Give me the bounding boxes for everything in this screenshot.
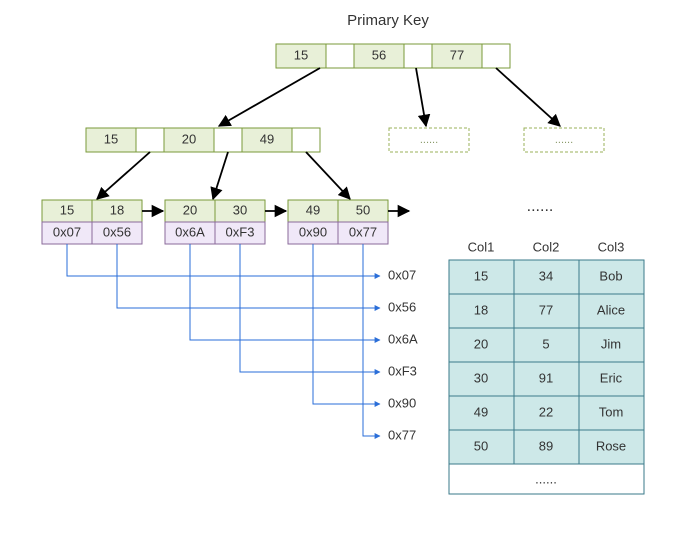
root-key-2: 77 — [450, 47, 464, 62]
svg-text:18: 18 — [474, 302, 488, 317]
svg-text:30: 30 — [474, 370, 488, 385]
arrow-int-0 — [97, 152, 150, 199]
pointer-lines — [67, 244, 380, 436]
internal-key-1: 20 — [182, 131, 196, 146]
root-key-1: 56 — [372, 47, 386, 62]
table-row: 15 34 Bob — [449, 260, 644, 294]
root-key-0: 15 — [294, 47, 308, 62]
leaf-node-2: 49 50 0x90 0x77 — [288, 200, 388, 244]
svg-text:Tom: Tom — [599, 404, 624, 419]
svg-text:Jim: Jim — [601, 336, 621, 351]
leaf1-key1: 30 — [233, 202, 247, 217]
arrow-root-left — [219, 68, 320, 126]
svg-text:15: 15 — [474, 268, 488, 283]
svg-text:5: 5 — [542, 336, 549, 351]
table-footer: ...... — [535, 471, 557, 486]
leaf0-ptr1: 0x56 — [103, 224, 131, 239]
svg-text:Rose: Rose — [596, 438, 626, 453]
leaf2-key1: 50 — [356, 202, 370, 217]
internal-key-0: 15 — [104, 131, 118, 146]
svg-text:77: 77 — [539, 302, 553, 317]
row-label-4: 0x90 — [388, 395, 416, 410]
svg-text:49: 49 — [474, 404, 488, 419]
table-row: 30 91 Eric — [449, 362, 644, 396]
row-label-2: 0x6A — [388, 331, 418, 346]
leaf2-ptr1: 0x77 — [349, 224, 377, 239]
internal-key-2: 49 — [260, 131, 274, 146]
leaf2-key0: 49 — [306, 202, 320, 217]
table-row: 18 77 Alice — [449, 294, 644, 328]
leaf-node-1: 20 30 0x6A 0xF3 — [165, 200, 265, 244]
svg-text:Alice: Alice — [597, 302, 625, 317]
svg-text:91: 91 — [539, 370, 553, 385]
row-label-5: 0x77 — [388, 427, 416, 442]
table-header-2: Col3 — [598, 239, 625, 254]
table-row: 20 5 Jim — [449, 328, 644, 362]
leaf1-ptr1: 0xF3 — [226, 224, 255, 239]
internal-node: 15 20 49 — [86, 128, 320, 152]
row-label-3: 0xF3 — [388, 363, 417, 378]
table-header-0: Col1 — [468, 239, 495, 254]
table-header-1: Col2 — [533, 239, 560, 254]
svg-text:Eric: Eric — [600, 370, 623, 385]
row-label-1: 0x56 — [388, 299, 416, 314]
leaf0-ptr0: 0x07 — [53, 224, 81, 239]
more-leaves: ...... — [527, 198, 554, 215]
arrow-root-right — [496, 68, 560, 126]
svg-text:20: 20 — [474, 336, 488, 351]
ghost-node-1: ...... — [524, 128, 604, 152]
table-row: 50 89 Rose — [449, 430, 644, 464]
svg-text:......: ...... — [555, 134, 573, 146]
table-row: 49 22 Tom — [449, 396, 644, 430]
svg-text:50: 50 — [474, 438, 488, 453]
svg-text:89: 89 — [539, 438, 553, 453]
svg-text:34: 34 — [539, 268, 553, 283]
data-table: Col1 Col2 Col3 15 34 Bob 18 77 Alice 20 … — [449, 239, 644, 494]
leaf2-ptr0: 0x90 — [299, 224, 327, 239]
leaf0-key1: 18 — [110, 202, 124, 217]
leaf0-key0: 15 — [60, 202, 74, 217]
svg-text:......: ...... — [420, 134, 438, 146]
title: Primary Key — [347, 12, 429, 29]
svg-text:22: 22 — [539, 404, 553, 419]
arrow-int-2 — [306, 152, 350, 199]
leaf1-ptr0: 0x6A — [175, 224, 205, 239]
root-node: 15 56 77 — [276, 44, 510, 68]
arrow-int-1 — [213, 152, 228, 199]
leaf1-key0: 20 — [183, 202, 197, 217]
ghost-node-0: ...... — [389, 128, 469, 152]
leaf-node-0: 15 18 0x07 0x56 — [42, 200, 142, 244]
row-label-0: 0x07 — [388, 267, 416, 282]
arrow-root-mid — [416, 68, 426, 126]
svg-text:Bob: Bob — [599, 268, 622, 283]
